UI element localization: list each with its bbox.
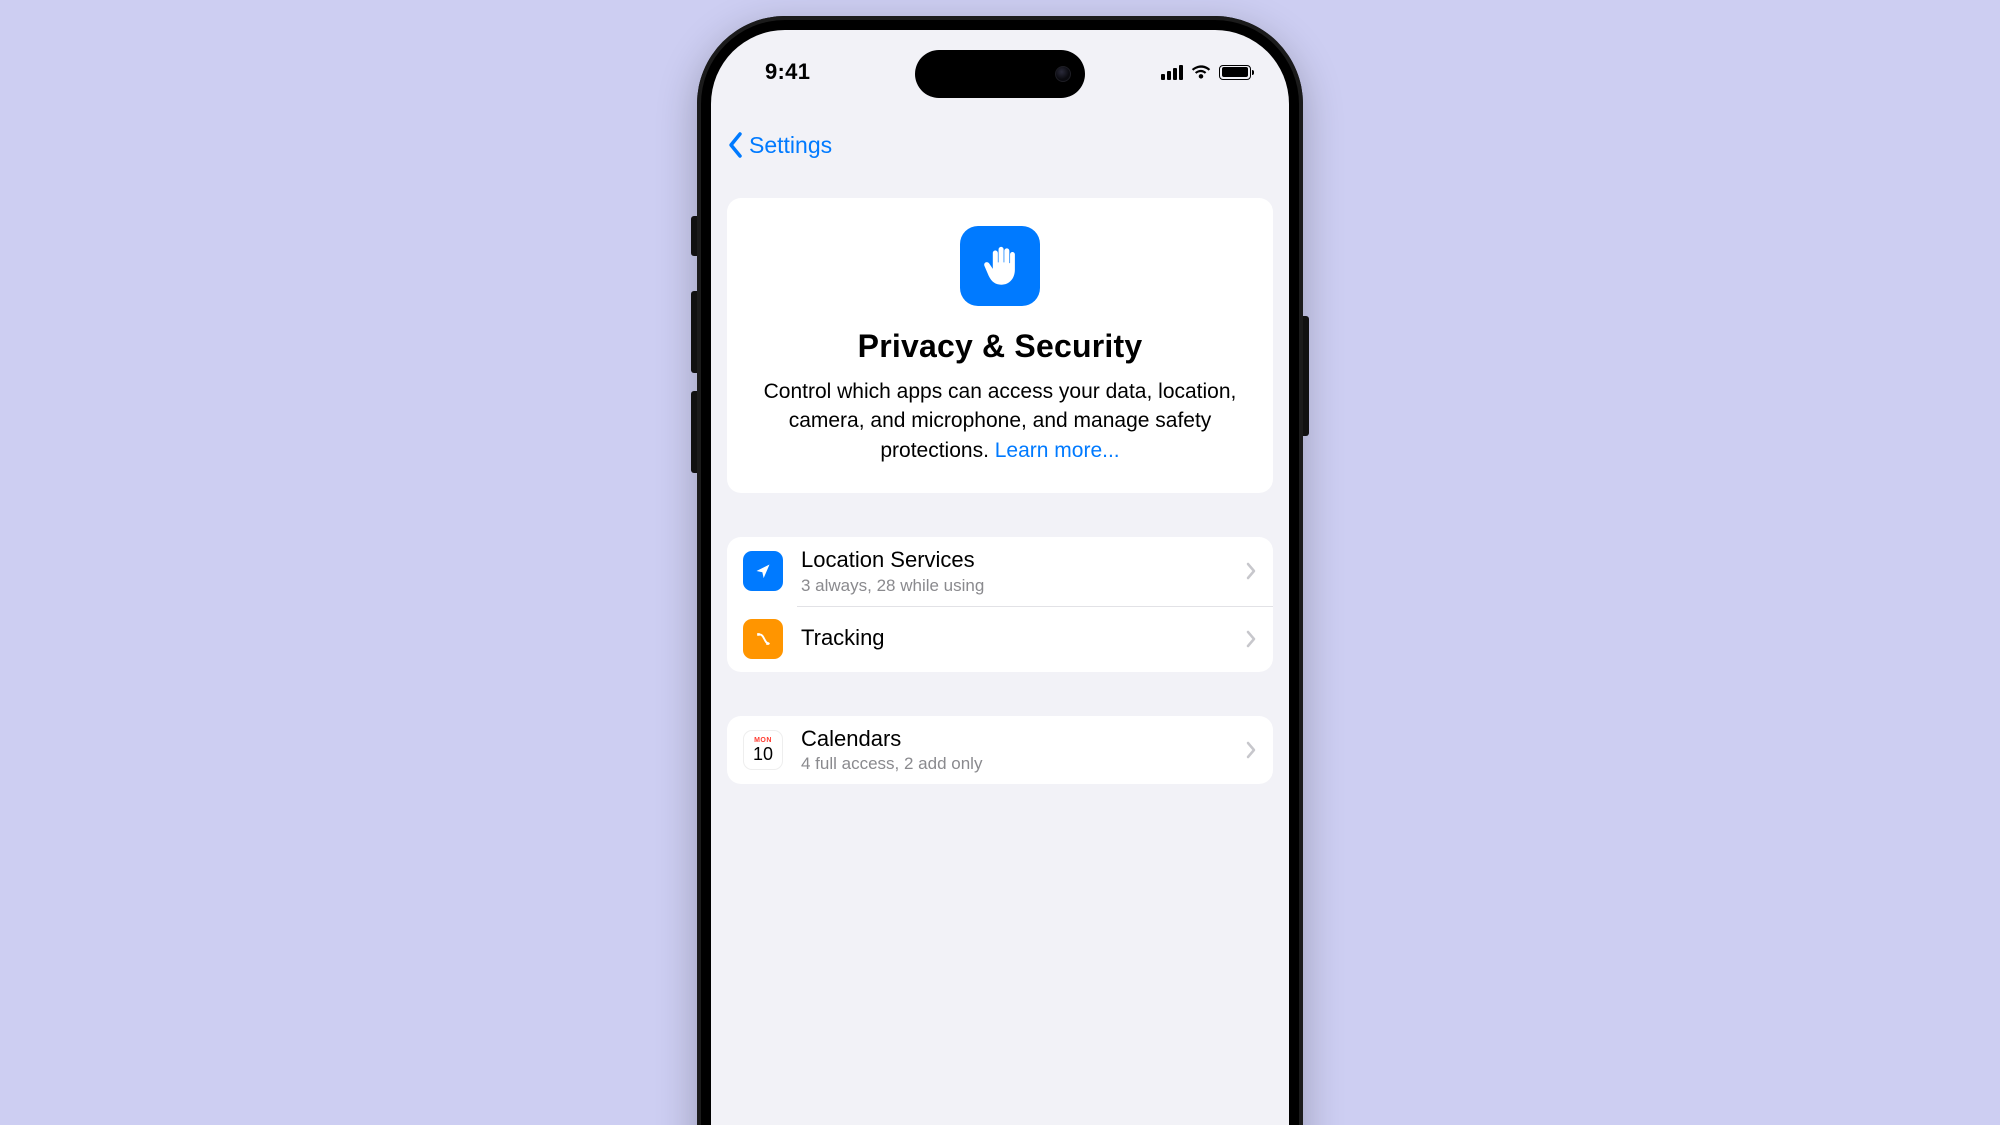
clock: 9:41: [765, 59, 810, 85]
row-text: Location Services 3 always, 28 while usi…: [801, 547, 1245, 595]
back-label: Settings: [749, 132, 832, 159]
row-title: Tracking: [801, 625, 1245, 651]
status-right: [1161, 64, 1251, 80]
row-subtitle: 3 always, 28 while using: [801, 576, 1245, 596]
chevron-right-icon: [1245, 562, 1257, 580]
learn-more-link[interactable]: Learn more...: [995, 439, 1120, 462]
status-bar: 9:41: [711, 30, 1289, 104]
phone-screen: 9:41 Settings: [711, 30, 1289, 1125]
calendar-day: 10: [753, 745, 773, 763]
battery-icon: [1219, 65, 1251, 80]
row-text: Calendars 4 full access, 2 add only: [801, 726, 1245, 774]
content: Privacy & Security Control which apps ca…: [711, 184, 1289, 1125]
silent-switch: [691, 216, 697, 256]
stage: 9:41 Settings: [0, 0, 2000, 1125]
row-text: Tracking: [801, 625, 1245, 651]
row-location-services[interactable]: Location Services 3 always, 28 while usi…: [727, 537, 1273, 605]
navigation-bar: Settings: [711, 118, 1289, 172]
row-tracking[interactable]: Tracking: [727, 606, 1273, 672]
privacy-hand-icon: [960, 226, 1040, 306]
hero-card: Privacy & Security Control which apps ca…: [727, 198, 1273, 493]
row-title: Calendars: [801, 726, 1245, 752]
row-calendars[interactable]: MON 10 Calendars 4 full access, 2 add on…: [727, 716, 1273, 784]
phone-frame: 9:41 Settings: [697, 16, 1303, 1125]
location-arrow-icon: [743, 551, 783, 591]
row-subtitle: 4 full access, 2 add only: [801, 754, 1245, 774]
tracking-icon: [743, 619, 783, 659]
wifi-icon: [1191, 64, 1211, 80]
volume-up-button: [691, 291, 697, 373]
settings-group-apps: MON 10 Calendars 4 full access, 2 add on…: [727, 716, 1273, 784]
chevron-left-icon: [727, 131, 745, 159]
settings-group-location: Location Services 3 always, 28 while usi…: [727, 537, 1273, 671]
cellular-icon: [1161, 64, 1183, 80]
calendar-dayofweek: MON: [754, 737, 772, 744]
back-button[interactable]: Settings: [727, 131, 832, 159]
calendar-icon: MON 10: [743, 730, 783, 770]
chevron-right-icon: [1245, 630, 1257, 648]
chevron-right-icon: [1245, 741, 1257, 759]
hero-title: Privacy & Security: [749, 328, 1251, 365]
volume-down-button: [691, 391, 697, 473]
row-title: Location Services: [801, 547, 1245, 573]
hero-description: Control which apps can access your data,…: [749, 377, 1251, 465]
power-button: [1303, 316, 1309, 436]
